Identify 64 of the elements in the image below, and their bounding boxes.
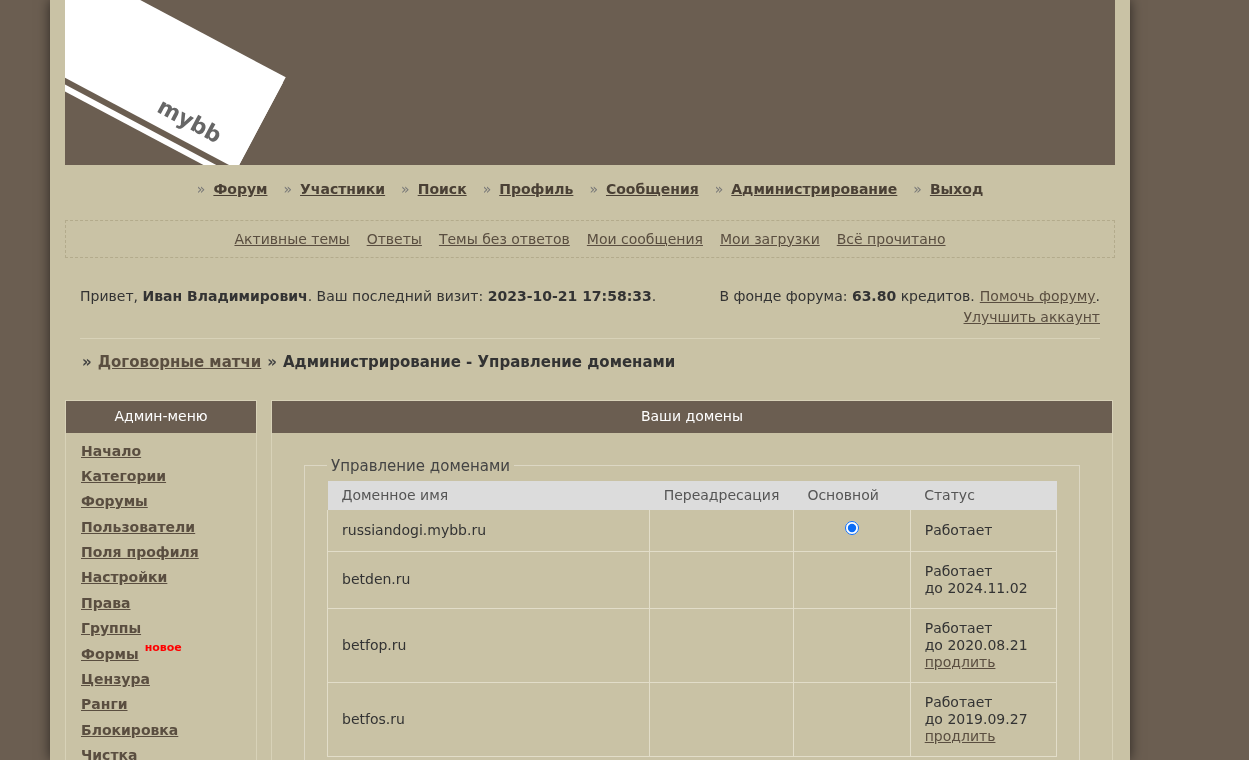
- column-header: Доменное имя: [327, 481, 650, 510]
- expiry-date: до 2019.09.27: [924, 710, 1029, 728]
- nav-marker: »: [482, 180, 492, 199]
- sidebar-link[interactable]: Блокировка: [81, 719, 179, 741]
- sidebar-link[interactable]: Группы: [81, 618, 142, 640]
- renew-link[interactable]: продлить: [924, 727, 996, 745]
- sidebar-link[interactable]: Пользователи: [81, 516, 196, 538]
- domain-cell: betfos.ru: [327, 682, 650, 756]
- fund-text: В фонде форума: 63.80 кредитов.: [719, 287, 975, 306]
- nav-marker: »: [283, 180, 293, 199]
- nav-link[interactable]: Профиль: [499, 179, 574, 200]
- column-header: Статус: [910, 481, 1057, 510]
- nav-marker: »: [714, 180, 724, 199]
- welcome-text: Привет, Иван Владимирович. Ваш последний визит: 2023-10-21 17:58:33.: [80, 287, 657, 306]
- breadcrumb-current: Администрирование - Управление доменами: [282, 352, 676, 373]
- nav-marker: »: [589, 180, 598, 199]
- domain-cell: russiandogi.mybb.ru: [327, 510, 650, 551]
- subnav-link[interactable]: Всё прочитано: [836, 228, 946, 250]
- breadcrumb-marker: »: [82, 352, 92, 373]
- breadcrumb-marker: »: [267, 352, 277, 373]
- sidebar-link[interactable]: Начало: [81, 440, 142, 462]
- panel-title: Ваши домены: [272, 400, 1112, 433]
- help-forum-link[interactable]: Помочь форуму: [979, 286, 1096, 307]
- fieldset-legend: Управление доменами: [327, 454, 515, 477]
- column-header: Основной: [793, 481, 911, 510]
- upgrade-account-link[interactable]: Улучшить аккаунт: [963, 307, 1100, 328]
- status-text: Работает: [924, 521, 994, 539]
- punctuation: .: [1095, 287, 1100, 306]
- domain-cell: betfop.ru: [327, 608, 650, 682]
- status-text: Работает: [924, 693, 994, 711]
- nav-marker: »: [196, 180, 206, 199]
- primary-radio[interactable]: [844, 521, 859, 535]
- new-label: новое: [144, 639, 182, 656]
- expiry-date: до 2024.11.02: [924, 579, 1029, 597]
- nav-link[interactable]: Администрирование: [731, 179, 898, 200]
- sidebar-link[interactable]: Чистка: [81, 745, 138, 760]
- nav-link[interactable]: Сообщения: [605, 179, 699, 200]
- subnav-link[interactable]: Активные темы: [234, 228, 350, 250]
- subnav-link[interactable]: Ответы: [366, 228, 422, 250]
- column-header: Переадресация: [649, 481, 794, 510]
- sidebar-link[interactable]: Поля профиля: [81, 542, 199, 564]
- subnav-link[interactable]: Мои сообщения: [586, 228, 703, 250]
- status-text: Работает: [924, 562, 994, 580]
- sidebar-link[interactable]: Цензура: [81, 669, 150, 690]
- nav-link[interactable]: Участники: [300, 179, 386, 200]
- sidebar-link[interactable]: Форумы: [81, 491, 148, 513]
- sidebar-link[interactable]: Формы: [81, 643, 139, 665]
- breadcrumb-link[interactable]: Договорные матчи: [97, 351, 262, 374]
- sidebar-link[interactable]: Категории: [81, 465, 167, 487]
- sidebar-link[interactable]: Ранги: [81, 694, 128, 716]
- subnav-link[interactable]: Мои загрузки: [720, 228, 820, 250]
- status-text: Работает: [924, 619, 994, 637]
- nav-link[interactable]: Выход: [929, 179, 984, 200]
- sidebar-title: Админ-меню: [66, 400, 256, 433]
- sidebar-link[interactable]: Права: [81, 592, 131, 614]
- domain-cell: betden.ru: [327, 551, 650, 608]
- renew-link[interactable]: продлить: [924, 653, 996, 671]
- subnav-link[interactable]: Темы без ответов: [438, 228, 570, 250]
- nav-marker: »: [913, 180, 922, 199]
- nav-marker: »: [401, 180, 410, 199]
- sidebar-link[interactable]: Настройки: [81, 567, 168, 589]
- nav-link[interactable]: Поиск: [417, 179, 467, 200]
- nav-link[interactable]: Форум: [213, 179, 268, 200]
- expiry-date: до 2020.08.21: [924, 636, 1029, 654]
